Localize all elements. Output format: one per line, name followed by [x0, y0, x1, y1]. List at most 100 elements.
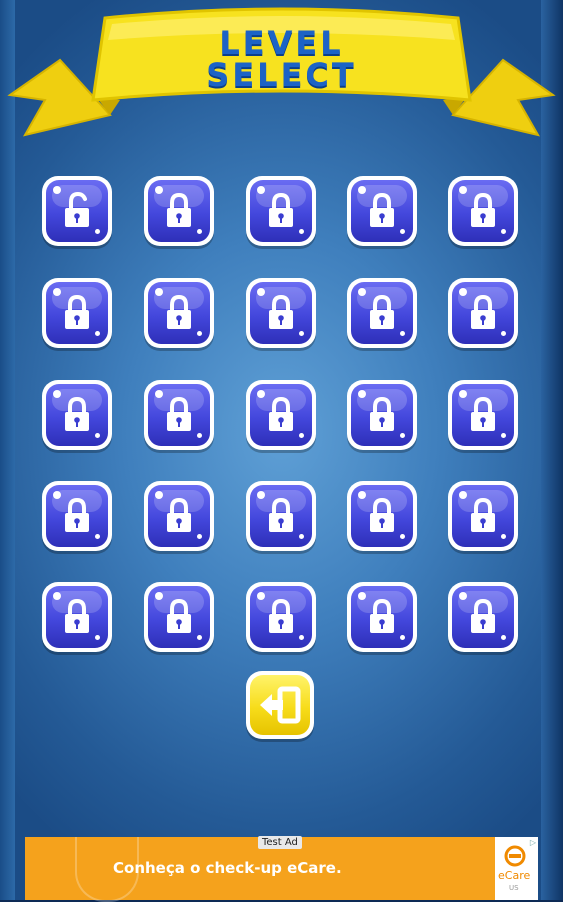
highlight-bubble [400, 433, 405, 438]
highlight-bubble [53, 592, 61, 600]
highlight-bubble [257, 390, 265, 398]
level-button-face [351, 384, 413, 446]
level-button-10[interactable] [448, 278, 518, 348]
level-button-4[interactable] [347, 176, 417, 246]
highlight-bubble [299, 534, 304, 539]
highlight-bubble [197, 433, 202, 438]
level-button-face [148, 586, 210, 648]
highlight-bubble [95, 534, 100, 539]
padlock-icon [65, 598, 89, 633]
padlock-icon [65, 497, 89, 532]
highlight-bubble [299, 635, 304, 640]
padlock-icon [471, 192, 495, 227]
level-button-face [452, 180, 514, 242]
highlight-bubble [197, 229, 202, 234]
highlight-bubble [155, 592, 163, 600]
unlocked-padlock-icon [65, 192, 89, 227]
level-button-face [351, 282, 413, 344]
level-button-15[interactable] [448, 380, 518, 450]
padlock-icon [269, 396, 293, 431]
level-button-2[interactable] [144, 176, 214, 246]
highlight-bubble [257, 288, 265, 296]
ad-brand: eCare [498, 869, 531, 882]
highlight-bubble [501, 229, 506, 234]
padlock-icon [471, 497, 495, 532]
exit-button[interactable] [246, 671, 314, 739]
padlock-icon [269, 192, 293, 227]
level-button-3[interactable] [246, 176, 316, 246]
level-button-21[interactable] [42, 582, 112, 652]
level-button-17[interactable] [144, 481, 214, 551]
highlight-bubble [257, 491, 265, 499]
highlight-bubble [155, 288, 163, 296]
highlight-bubble [155, 491, 163, 499]
level-button-face [46, 384, 108, 446]
level-button-9[interactable] [347, 278, 417, 348]
level-button-face [148, 282, 210, 344]
highlight-bubble [299, 331, 304, 336]
highlight-bubble [459, 186, 467, 194]
highlight-bubble [459, 288, 467, 296]
level-button-20[interactable] [448, 481, 518, 551]
level-button-6[interactable] [42, 278, 112, 348]
level-button-16[interactable] [42, 481, 112, 551]
padlock-icon [370, 192, 394, 227]
level-button-face [148, 384, 210, 446]
highlight-bubble [197, 331, 202, 336]
level-button-face [250, 485, 312, 547]
level-button-5[interactable] [448, 176, 518, 246]
level-button-8[interactable] [246, 278, 316, 348]
level-button-14[interactable] [347, 380, 417, 450]
highlight-bubble [501, 635, 506, 640]
level-button-12[interactable] [144, 380, 214, 450]
level-button-1[interactable] [42, 176, 112, 246]
padlock-icon [370, 396, 394, 431]
padlock-icon [167, 192, 191, 227]
highlight-bubble [95, 229, 100, 234]
level-button-face [46, 180, 108, 242]
level-button-face [250, 586, 312, 648]
highlight-bubble [197, 534, 202, 539]
level-button-face [148, 485, 210, 547]
level-button-25[interactable] [448, 582, 518, 652]
highlight-bubble [459, 592, 467, 600]
padlock-icon [471, 294, 495, 329]
padlock-icon [167, 294, 191, 329]
level-button-11[interactable] [42, 380, 112, 450]
padlock-icon [65, 294, 89, 329]
ad-info-icon[interactable]: ▷ [530, 838, 536, 847]
level-button-face [250, 384, 312, 446]
level-button-19[interactable] [347, 481, 417, 551]
title-line-2: SELECT [206, 56, 357, 94]
level-button-23[interactable] [246, 582, 316, 652]
ad-text: Conheça o check-up eCare. [113, 859, 342, 877]
level-button-face [351, 180, 413, 242]
padlock-icon [370, 294, 394, 329]
highlight-bubble [400, 229, 405, 234]
highlight-bubble [155, 186, 163, 194]
highlight-bubble [400, 534, 405, 539]
ad-test-tag: Test Ad [258, 836, 302, 849]
padlock-icon [471, 598, 495, 633]
highlight-bubble [400, 635, 405, 640]
level-button-face [452, 384, 514, 446]
highlight-bubble [358, 390, 366, 398]
highlight-bubble [358, 186, 366, 194]
highlight-bubble [299, 433, 304, 438]
level-button-13[interactable] [246, 380, 316, 450]
level-button-7[interactable] [144, 278, 214, 348]
level-button-face [351, 485, 413, 547]
level-button-face [351, 586, 413, 648]
highlight-bubble [95, 331, 100, 336]
highlight-bubble [358, 288, 366, 296]
padlock-icon [65, 396, 89, 431]
highlight-bubble [501, 331, 506, 336]
level-button-18[interactable] [246, 481, 316, 551]
padlock-icon [370, 598, 394, 633]
level-button-24[interactable] [347, 582, 417, 652]
level-button-22[interactable] [144, 582, 214, 652]
highlight-bubble [53, 288, 61, 296]
highlight-bubble [501, 534, 506, 539]
highlight-bubble [53, 186, 61, 194]
level-button-face [250, 282, 312, 344]
